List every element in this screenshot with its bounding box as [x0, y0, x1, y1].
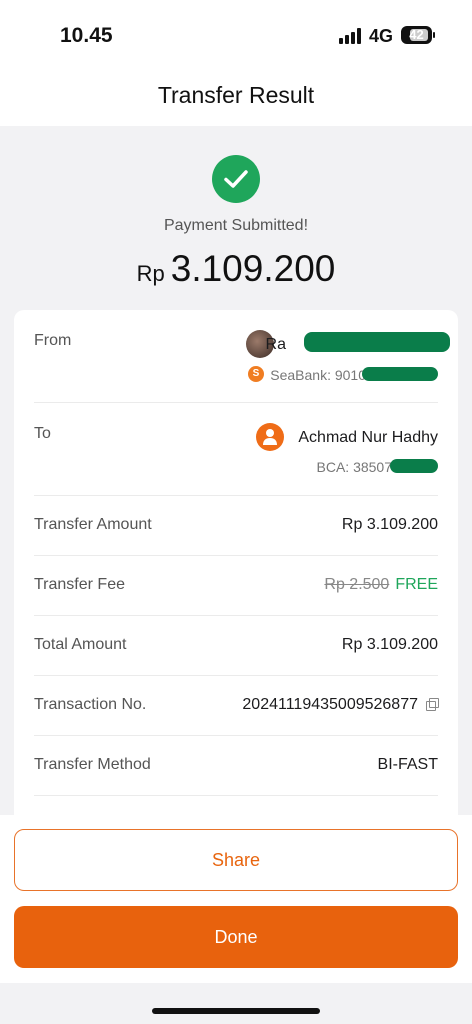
payment-status: Payment Submitted!: [163, 217, 309, 234]
transfer-fee-value: Rp 2.500 FREE: [324, 576, 438, 594]
redaction-mark: [390, 459, 438, 473]
detail-row-to: To Achmad Nur Hadhy BCA: 38507: [34, 403, 438, 496]
transfer-fee-label: Transfer Fee: [34, 576, 125, 593]
transfer-amount-headline: Rp 3.109.200: [0, 248, 472, 290]
detail-row-transfer-fee: Transfer Fee Rp 2.500 FREE: [34, 556, 438, 616]
transaction-no-text: 20241119435009526877: [242, 696, 418, 713]
detail-row-transfer-method: Transfer Method BI-FAST: [34, 736, 438, 796]
share-button[interactable]: Share: [14, 829, 458, 891]
redaction-mark: [304, 332, 450, 352]
status-time: 10.45: [60, 24, 113, 47]
transfer-method-label: Transfer Method: [34, 756, 151, 773]
done-button[interactable]: Done: [14, 906, 458, 968]
detail-row-transaction-no: Transaction No. 20241119435009526877: [34, 676, 439, 736]
transaction-no-value[interactable]: 20241119435009526877: [242, 696, 439, 714]
to-name: Achmad Nur Hadhy: [298, 429, 438, 446]
transfer-fee-original: Rp 2.500: [324, 576, 390, 593]
success-check-icon: [212, 155, 260, 203]
amount-currency: Rp: [136, 261, 165, 286]
detail-row-from: From Ra S SeaBank: 9010: [34, 310, 450, 403]
to-bank-account: BCA: 38507: [316, 459, 393, 475]
from-label: From: [34, 332, 72, 349]
transfer-method-value: BI-FAST: [377, 756, 438, 773]
copy-icon[interactable]: [426, 698, 439, 711]
transfer-details-card: From Ra S SeaBank: 9010 To Achmad Nur Ha…: [14, 310, 458, 830]
bottom-action-panel: Share Done: [0, 815, 472, 983]
total-amount-value: Rp 3.109.200: [341, 636, 438, 653]
redaction-mark: [362, 367, 438, 381]
signal-icon: [339, 28, 363, 44]
detail-row-transfer-amount: Transfer Amount Rp 3.109.200: [34, 496, 438, 556]
page-title: Transfer Result: [157, 82, 315, 108]
network-type: 4G: [369, 26, 394, 46]
status-bar: 10.45 4G 42: [0, 0, 472, 70]
detail-row-total-amount: Total Amount Rp 3.109.200: [34, 616, 438, 676]
transfer-amount-value: Rp 3.109.200: [341, 516, 438, 533]
battery-icon: 42: [401, 26, 432, 44]
home-indicator[interactable]: [152, 1008, 320, 1014]
from-name: Ra: [265, 336, 286, 353]
amount-value: 3.109.200: [170, 248, 336, 289]
from-bank-account: SeaBank: 9010: [270, 367, 366, 383]
nav-header: Transfer Result: [0, 70, 472, 126]
battery-level: 42: [409, 27, 424, 42]
transaction-no-label: Transaction No.: [34, 696, 147, 713]
total-amount-label: Total Amount: [34, 636, 127, 653]
seabank-icon: S: [248, 366, 264, 382]
transfer-fee-free: FREE: [395, 576, 438, 593]
transfer-amount-label: Transfer Amount: [34, 516, 152, 533]
to-label: To: [34, 425, 51, 442]
user-icon: [256, 423, 284, 451]
